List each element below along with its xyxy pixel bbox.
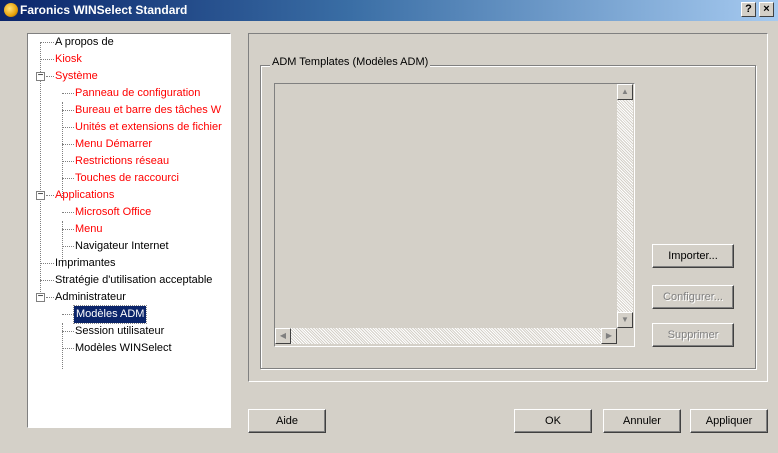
delete-button[interactable]: Supprimer <box>652 323 734 347</box>
navigation-tree[interactable]: − − − A propos de Kiosk Système Panneau … <box>27 33 231 428</box>
horizontal-scrollbar[interactable] <box>275 328 617 344</box>
tree-item-unites-extensions[interactable]: Unités et extensions de fichier <box>75 119 222 136</box>
collapse-administrateur-icon[interactable]: − <box>36 292 45 302</box>
tree-item-systeme[interactable]: Système <box>55 68 98 85</box>
app-icon <box>4 3 18 17</box>
ok-button[interactable]: OK <box>514 409 592 433</box>
tree-item-menu[interactable]: Menu <box>75 221 103 238</box>
vertical-scrollbar[interactable] <box>617 84 633 328</box>
scrollbar-corner <box>617 328 633 344</box>
scroll-down-icon[interactable]: ▼ <box>617 312 633 328</box>
tree-item-bureau-barre-taches[interactable]: Bureau et barre des tâches W <box>75 102 221 119</box>
tree-item-navigateur-internet[interactable]: Navigateur Internet <box>75 238 169 255</box>
tree-item-panneau-configuration[interactable]: Panneau de configuration <box>75 85 200 102</box>
tree-item-imprimantes[interactable]: Imprimantes <box>55 255 116 272</box>
tree-item-strategie-utilisation[interactable]: Stratégie d'utilisation acceptable <box>55 272 212 289</box>
window-title: Faronics WINSelect Standard <box>20 3 188 17</box>
apply-button[interactable]: Appliquer <box>690 409 768 433</box>
tree-item-modeles-winselect[interactable]: Modèles WINSelect <box>75 340 172 357</box>
scroll-right-icon[interactable]: ▶ <box>601 328 617 344</box>
help-button[interactable]: ? <box>741 2 756 17</box>
tree-item-kiosk[interactable]: Kiosk <box>55 51 82 68</box>
tree-item-applications[interactable]: Applications <box>55 187 114 204</box>
tree-item-administrateur[interactable]: Administrateur <box>55 289 126 306</box>
tree-item-touches-raccourci[interactable]: Touches de raccourci <box>75 170 179 187</box>
collapse-applications-icon[interactable]: − <box>36 190 45 200</box>
configure-button[interactable]: Configurer... <box>652 285 734 309</box>
tree-item-microsoft-office[interactable]: Microsoft Office <box>75 204 151 221</box>
tree-item-a-propos[interactable]: A propos de <box>55 34 114 51</box>
tree-item-session-utilisateur[interactable]: Session utilisateur <box>75 323 164 340</box>
group-title: ADM Templates (Modèles ADM) <box>270 56 431 68</box>
close-button[interactable]: × <box>759 2 774 17</box>
tree-item-menu-demarrer[interactable]: Menu Démarrer <box>75 136 152 153</box>
help-text-button[interactable]: Aide <box>248 409 326 433</box>
title-bar: Faronics WINSelect Standard ? × <box>0 0 778 21</box>
import-button[interactable]: Importer... <box>652 244 734 268</box>
tree-item-modeles-adm[interactable]: Modèles ADM <box>72 305 148 324</box>
scroll-up-icon[interactable]: ▲ <box>617 84 633 100</box>
collapse-systeme-icon[interactable]: − <box>36 71 45 81</box>
scroll-left-icon[interactable]: ◀ <box>275 328 291 344</box>
adm-templates-list[interactable] <box>274 83 635 347</box>
cancel-button[interactable]: Annuler <box>603 409 681 433</box>
tree-item-restrictions-reseau[interactable]: Restrictions réseau <box>75 153 169 170</box>
